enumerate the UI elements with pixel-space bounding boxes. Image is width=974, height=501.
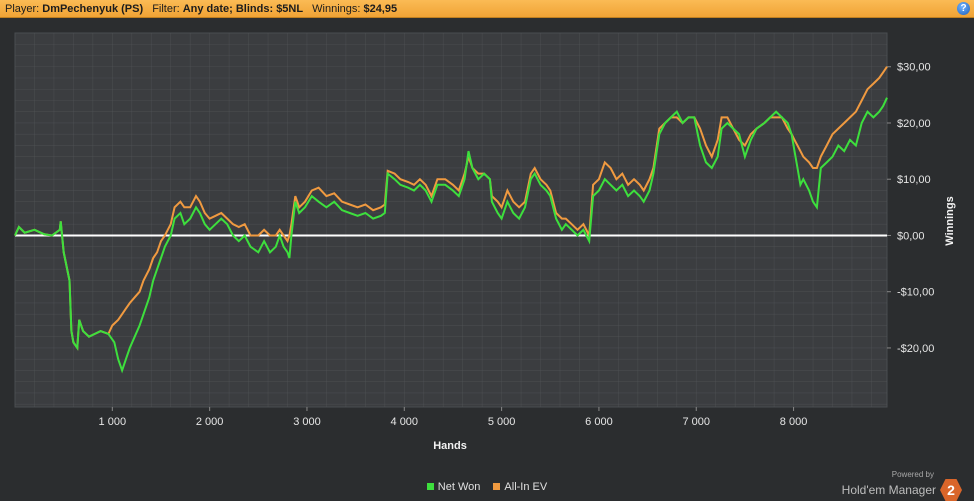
x-tick-label: 1 000: [99, 416, 127, 428]
legend: Net Won All-In EV: [0, 481, 974, 493]
y-tick-label: -$20,00: [897, 343, 934, 355]
y-axis-title: Winnings: [944, 196, 956, 245]
all-in-ev-swatch: [493, 483, 501, 490]
legend-all-in-ev-label: All-In EV: [504, 481, 548, 493]
y-tick-label: $10,00: [897, 174, 931, 186]
winnings-chart: 1 000 2 000 3 000 4 000 5 000 6 000 7 000 8 000…: [14, 32, 956, 452]
hem-logo-icon: 2: [940, 479, 962, 501]
x-tick-label: 6 000: [585, 416, 613, 428]
brand-name: Hold'em Manager: [841, 483, 936, 497]
x-tick-label: 7 000: [682, 416, 710, 428]
x-tick-label: 2 000: [196, 416, 224, 428]
powered-by-text: Powered by: [891, 470, 934, 479]
x-tick-label: 4 000: [391, 416, 419, 428]
y-tick-label: $20,00: [897, 118, 931, 130]
x-tick-label: 3 000: [293, 416, 321, 428]
y-tick-label: -$10,00: [897, 287, 934, 299]
legend-net-won[interactable]: Net Won: [426, 481, 481, 493]
legend-all-in-ev[interactable]: All-In EV: [493, 481, 547, 493]
x-tick-label: 5 000: [488, 416, 516, 428]
y-tick-label: $0,00: [897, 230, 925, 242]
branding: Powered by Hold'em Manager 2: [842, 470, 962, 501]
legend-net-won-label: Net Won: [437, 481, 481, 493]
net-won-swatch: [426, 483, 434, 490]
x-axis-title: Hands: [433, 440, 467, 452]
y-tick-label: $30,00: [897, 62, 931, 74]
x-tick-label: 8 000: [780, 416, 808, 428]
